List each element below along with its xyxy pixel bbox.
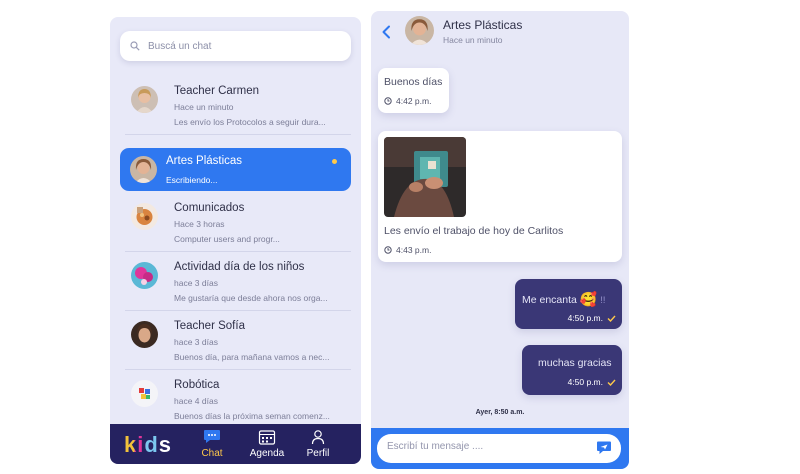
search-bar[interactable] bbox=[120, 31, 351, 61]
chat-preview: Buenos día, para mañana vamos a nec... bbox=[174, 352, 330, 362]
nav-chat-button[interactable]: Chat bbox=[192, 429, 232, 459]
outgoing-message: Me encanta 🥰 !! 4:50 p.m. bbox=[515, 279, 622, 329]
chat-item-robotica[interactable]: Robótica hace 4 días Buenos días la próx… bbox=[120, 371, 351, 429]
divider bbox=[125, 369, 351, 370]
avatar bbox=[131, 380, 158, 407]
search-input[interactable] bbox=[148, 40, 328, 52]
avatar bbox=[131, 321, 158, 348]
message-content: Me encanta 🥰 !! bbox=[522, 291, 605, 308]
attached-photo[interactable] bbox=[384, 137, 466, 217]
chat-time: hace 4 días bbox=[174, 396, 218, 406]
divider bbox=[125, 310, 351, 311]
chat-preview: Buenos días la próxima seman comenz... bbox=[174, 411, 330, 421]
chat-name: Robótica bbox=[174, 379, 220, 391]
nav-agenda-button[interactable]: Agenda bbox=[247, 429, 287, 459]
chat-icon bbox=[204, 430, 220, 443]
message-time-text: 4:43 p.m. bbox=[396, 245, 432, 255]
message-time-text: 4:50 p.m. bbox=[567, 313, 603, 323]
chat-name: Teacher Sofía bbox=[174, 320, 245, 332]
back-arrow-icon[interactable] bbox=[381, 25, 391, 39]
chat-preview: Computer users and progr... bbox=[174, 234, 280, 244]
incoming-image-message: Les envío el trabajo de hoy de Carlitos … bbox=[378, 131, 622, 262]
chat-item-comunicados[interactable]: Comunicados Hace 3 horas Computer users … bbox=[120, 194, 351, 252]
chat-name: Comunicados bbox=[174, 202, 245, 214]
message-time: 4:42 p.m. bbox=[384, 96, 431, 106]
chat-name: Artes Plásticas bbox=[166, 155, 243, 167]
chat-name: Teacher Carmen bbox=[174, 85, 260, 97]
avatar bbox=[131, 86, 158, 113]
incoming-message: Buenos días 4:42 p.m. bbox=[378, 68, 449, 113]
unread-dot bbox=[332, 159, 337, 164]
chat-time: Hace un minuto bbox=[174, 102, 234, 112]
message-box[interactable] bbox=[377, 434, 621, 463]
chat-item-teacher-carmen[interactable]: Teacher Carmen Hace un minuto Les envío … bbox=[120, 77, 351, 135]
message-text: Me encanta bbox=[522, 293, 577, 306]
chat-time: hace 3 días bbox=[174, 278, 218, 288]
bottom-nav: kids Chat Agenda Perfil bbox=[110, 424, 361, 464]
chat-preview: Me gustaría que desde ahora nos orga... bbox=[174, 293, 328, 303]
exclamation-marks: !! bbox=[600, 294, 606, 305]
check-icon bbox=[607, 315, 616, 322]
nav-perfil-label: Perfil bbox=[306, 448, 330, 459]
chat-item-teacher-sofia[interactable]: Teacher Sofía hace 3 días Buenos día, pa… bbox=[120, 312, 351, 370]
divider bbox=[125, 134, 351, 135]
check-icon bbox=[607, 379, 616, 386]
nav-perfil-button[interactable]: Perfil bbox=[298, 429, 338, 459]
message-time-text: 4:42 p.m. bbox=[396, 96, 432, 106]
conversation-screen: Artes Plásticas Hace un minuto Buenos dí… bbox=[371, 11, 629, 469]
conversation-header: Artes Plásticas Hace un minuto bbox=[371, 11, 629, 51]
avatar bbox=[131, 203, 158, 230]
avatar bbox=[130, 156, 157, 183]
message-time: 4:43 p.m. bbox=[384, 245, 431, 255]
emoji: 🥰 bbox=[579, 291, 598, 307]
search-icon bbox=[130, 41, 140, 51]
clock-icon bbox=[384, 97, 392, 105]
outgoing-message: muchas gracias 4:50 p.m. bbox=[522, 345, 622, 395]
chat-list-screen: Teacher Carmen Hace un minuto Les envío … bbox=[110, 17, 361, 464]
nav-chat-label: Chat bbox=[201, 448, 223, 459]
date-label: Ayer, 8:50 a.m. bbox=[475, 409, 525, 416]
contact-name: Artes Plásticas bbox=[443, 18, 523, 32]
avatar bbox=[131, 262, 158, 289]
typing-status: Escribiendo... bbox=[166, 175, 218, 185]
divider bbox=[125, 251, 351, 252]
calendar-icon bbox=[258, 430, 276, 445]
chat-time: Hace 3 horas bbox=[174, 219, 225, 229]
message-input[interactable] bbox=[387, 441, 587, 452]
message-time-text: 4:50 p.m. bbox=[567, 377, 603, 387]
message-time: 4:50 p.m. bbox=[568, 377, 616, 387]
send-message-icon[interactable] bbox=[596, 440, 612, 456]
user-icon bbox=[311, 430, 325, 445]
last-seen: Hace un minuto bbox=[443, 35, 503, 45]
message-text: Buenos días bbox=[384, 76, 443, 88]
message-time: 4:50 p.m. bbox=[568, 313, 616, 323]
kids-logo: kids bbox=[124, 432, 173, 457]
chat-item-actividad-dia-ninos[interactable]: Actividad día de los niños hace 3 días M… bbox=[120, 253, 351, 311]
contact-avatar bbox=[405, 16, 434, 45]
screen: Teacher Carmen Hace un minuto Les envío … bbox=[0, 0, 800, 474]
message-text: muchas gracias bbox=[538, 357, 612, 369]
nav-agenda-label: Agenda bbox=[249, 448, 285, 459]
chat-item-artes-plasticas[interactable]: Artes Plásticas Escribiendo... bbox=[120, 148, 351, 191]
compose-bar bbox=[371, 428, 629, 469]
chat-preview: Les envío los Protocolos a seguir dura..… bbox=[174, 117, 326, 127]
chat-time: hace 3 días bbox=[174, 337, 218, 347]
chat-name: Actividad día de los niños bbox=[174, 261, 305, 273]
clock-icon bbox=[384, 246, 392, 254]
message-text: Les envío el trabajo de hoy de Carlitos bbox=[384, 225, 564, 237]
